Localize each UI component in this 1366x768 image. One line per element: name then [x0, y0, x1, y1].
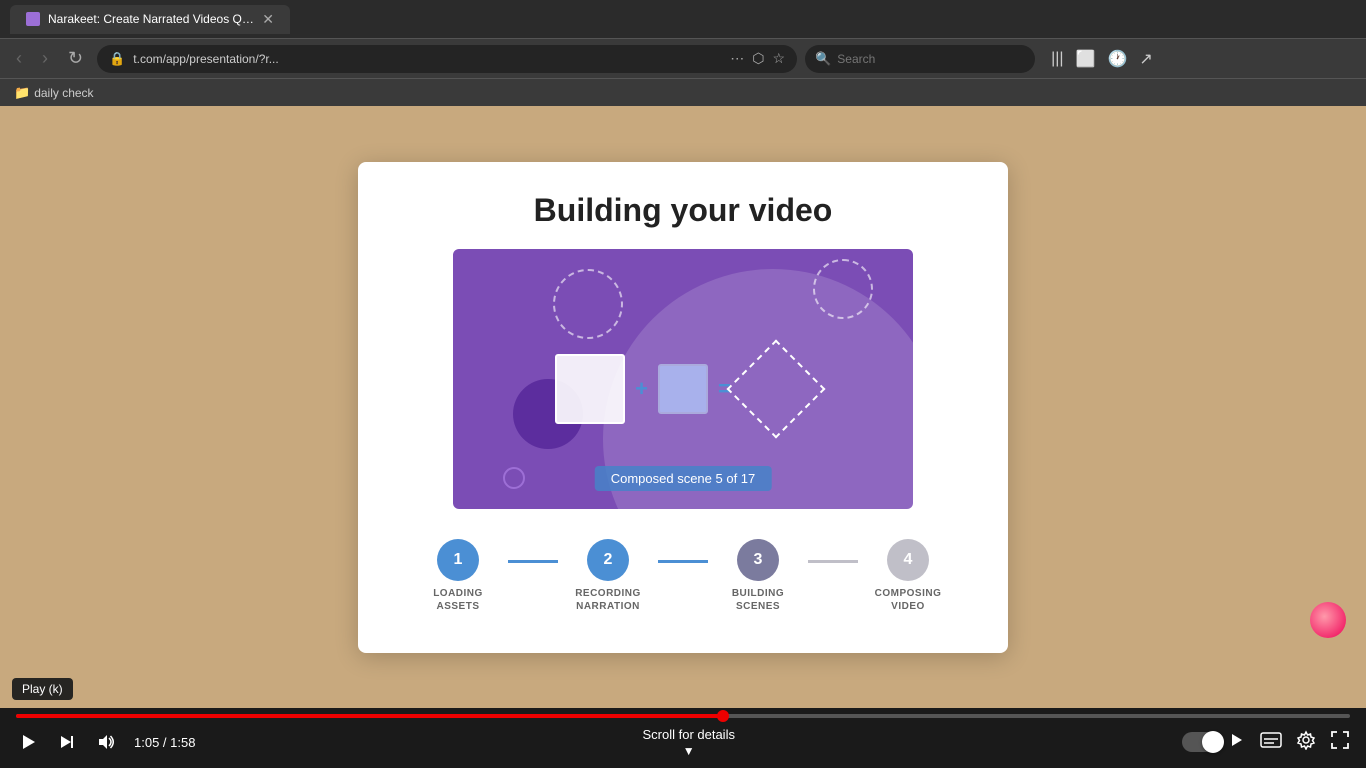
search-bar[interactable]: 🔍	[805, 45, 1035, 73]
progress-bar[interactable]	[16, 714, 1350, 718]
star-icon[interactable]: ☆	[773, 50, 786, 67]
nav-bar: ‹ › ↻ 🔒 t.com/app/presentation/?r... ⋯ ⬡…	[0, 38, 1366, 78]
step-circle-4: 4	[887, 539, 929, 581]
forward-button[interactable]: ›	[36, 46, 54, 71]
scroll-down-arrow: ▼	[683, 744, 695, 758]
step-1: 1 LOADINGASSETS	[408, 539, 508, 613]
folder-icon: 📁	[14, 85, 30, 101]
step-circle-3: 3	[737, 539, 779, 581]
back-button[interactable]: ‹	[10, 46, 28, 71]
tab-favicon	[26, 12, 40, 26]
diagram-circle-small	[503, 467, 525, 489]
diagram-dashed-circle	[553, 269, 623, 339]
video-controls: 1:05 / 1:58 Scroll for details ▼	[0, 708, 1366, 768]
step-2: 2 RECORDINGNARRATION	[558, 539, 658, 613]
step-connector-2	[658, 560, 708, 563]
toggle-track[interactable]	[1182, 732, 1222, 752]
more-icon[interactable]: ⋯	[730, 50, 744, 67]
step-label-2: RECORDINGNARRATION	[575, 587, 641, 613]
slide-title: Building your video	[534, 192, 833, 229]
step-label-3: BUILDINGSCENES	[732, 587, 784, 613]
reload-button[interactable]: ↻	[62, 46, 89, 71]
library-icon[interactable]: |||	[1051, 50, 1063, 68]
main-content: Building your video + = Composed scene 5…	[0, 106, 1366, 768]
settings-icon	[1296, 730, 1316, 750]
brand-corner-icon	[1310, 602, 1346, 638]
subtitles-icon	[1260, 732, 1282, 748]
history-icon[interactable]: 🕐	[1107, 49, 1127, 69]
step-label-4: COMPOSINGVIDEO	[875, 587, 942, 613]
share-icon[interactable]: ↗	[1139, 49, 1152, 69]
progress-dot	[717, 710, 729, 722]
subtitles-button[interactable]	[1260, 732, 1282, 753]
toggle-knob	[1202, 731, 1224, 753]
autoplay-play-icon[interactable]	[1228, 731, 1246, 754]
address-icons: ⋯ ⬡ ☆	[730, 50, 785, 67]
address-bar[interactable]: 🔒 t.com/app/presentation/?r... ⋯ ⬡ ☆	[97, 45, 797, 73]
slide-card: Building your video + = Composed scene 5…	[358, 162, 1008, 653]
diagram-shapes-row: + =	[555, 354, 811, 424]
diagram-label: Composed scene 5 of 17	[595, 466, 772, 491]
volume-icon	[96, 732, 116, 752]
tab-bar: Narakeet: Create Narrated Videos Quickly…	[0, 0, 1366, 38]
reader-view-icon[interactable]: ⬜	[1076, 49, 1096, 69]
fullscreen-icon	[1330, 730, 1350, 750]
play-button[interactable]	[16, 730, 40, 754]
step-circle-2: 2	[587, 539, 629, 581]
step-4: 4 COMPOSINGVIDEO	[858, 539, 958, 613]
scroll-for-details[interactable]: Scroll for details ▼	[642, 727, 734, 758]
video-container: Building your video + = Composed scene 5…	[0, 106, 1366, 708]
search-icon: 🔍	[815, 51, 831, 67]
shape-diamond	[726, 339, 825, 438]
active-tab[interactable]: Narakeet: Create Narrated Videos Quickly…	[10, 5, 290, 34]
next-button[interactable]	[56, 731, 78, 753]
next-icon	[58, 733, 76, 751]
step-circle-1: 1	[437, 539, 479, 581]
bookmark-label: daily check	[34, 86, 93, 100]
shape-square-1	[555, 354, 625, 424]
step-3: 3 BUILDINGSCENES	[708, 539, 808, 613]
fullscreen-button[interactable]	[1330, 730, 1350, 755]
autoplay-toggle[interactable]	[1182, 731, 1246, 754]
toolbar-icons: ||| ⬜ 🕐 ↗	[1051, 49, 1153, 69]
progress-fill	[16, 714, 723, 718]
steps-row: 1 LOADINGASSETS 2 RECORDINGNARRATION 3	[398, 539, 968, 613]
controls-row: 1:05 / 1:58 Scroll for details ▼	[16, 722, 1350, 762]
tab-close-button[interactable]: ✕	[262, 11, 274, 28]
shape-square-blue	[658, 364, 708, 414]
step-connector-3	[808, 560, 858, 563]
play-icon	[18, 732, 38, 752]
search-input[interactable]	[837, 52, 1025, 66]
pocket-icon[interactable]: ⬡	[752, 50, 764, 67]
lock-icon: 🔒	[109, 51, 125, 67]
diagram-area: + = Composed scene 5 of 17	[453, 249, 913, 509]
autoplay-icon	[1228, 731, 1246, 749]
bookmark-daily-check[interactable]: 📁 daily check	[14, 85, 94, 101]
plus-sign: +	[635, 376, 648, 402]
bookmarks-bar: 📁 daily check	[0, 78, 1366, 106]
settings-button[interactable]	[1296, 730, 1316, 755]
time-display: 1:05 / 1:58	[134, 735, 195, 750]
step-connector-1	[508, 560, 558, 563]
right-controls	[1182, 730, 1350, 755]
step-label-1: LOADINGASSETS	[433, 587, 483, 613]
diagram-dashed-circle2	[813, 259, 873, 319]
address-text: t.com/app/presentation/?r...	[133, 52, 722, 66]
tab-title: Narakeet: Create Narrated Videos Quickly…	[48, 12, 254, 26]
volume-button[interactable]	[94, 730, 118, 754]
